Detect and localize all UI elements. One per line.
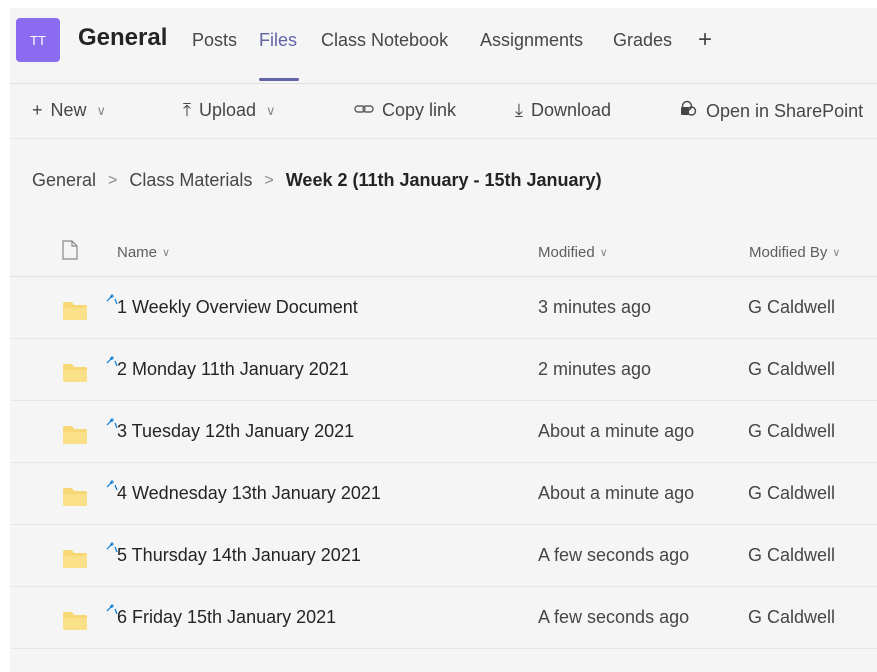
tab-posts[interactable]: Posts bbox=[192, 30, 237, 51]
breadcrumb-current: Week 2 (11th January - 15th January) bbox=[285, 170, 602, 190]
file-modified: About a minute ago bbox=[538, 421, 695, 441]
file-modified-by: G Caldwell bbox=[748, 297, 836, 317]
folder-icon bbox=[63, 612, 87, 630]
new-label: New bbox=[50, 100, 87, 120]
folder-icon bbox=[63, 426, 87, 444]
column-header-name-label: Name bbox=[117, 244, 158, 261]
file-modified: 3 minutes ago bbox=[538, 297, 652, 317]
open-in-sharepoint-button[interactable]: Open in SharePoint bbox=[680, 100, 863, 123]
breadcrumb-item-class-materials[interactable]: Class Materials bbox=[129, 170, 252, 191]
file-modified-by: G Caldwell bbox=[748, 545, 836, 565]
file-modified: About a minute ago bbox=[538, 483, 695, 503]
tab-grades[interactable]: Grades bbox=[613, 30, 672, 51]
table-row[interactable]: 2 Monday 11th January 2021 2 minutes ago… bbox=[10, 339, 877, 401]
folder-icon bbox=[63, 550, 87, 568]
table-row[interactable]: 5 Thursday 14th January 2021 A few secon… bbox=[10, 525, 877, 587]
upload-icon: ⤒ bbox=[183, 100, 191, 120]
file-name[interactable]: 5 Thursday 14th January 2021 bbox=[117, 545, 361, 566]
breadcrumb-item-general[interactable]: General bbox=[32, 170, 96, 191]
column-header-modified[interactable]: Modified ∨ bbox=[538, 244, 608, 261]
file-name[interactable]: 1 Weekly Overview Document bbox=[117, 297, 358, 318]
download-label: Download bbox=[530, 100, 612, 120]
file-modified: A few seconds ago bbox=[538, 607, 690, 627]
files-toolbar: + New ∨ ⤒ Upload ∨ Copy link ⤓ Download … bbox=[10, 85, 877, 139]
add-tab-icon[interactable]: + bbox=[698, 26, 712, 54]
column-header-modified-label: Modified bbox=[538, 244, 595, 261]
file-modified: A few seconds ago bbox=[538, 545, 690, 565]
chevron-right-icon: > bbox=[108, 171, 118, 189]
tab-assignments[interactable]: Assignments bbox=[480, 30, 583, 51]
plus-icon: + bbox=[32, 100, 43, 120]
column-header-name[interactable]: Name ∨ bbox=[117, 244, 170, 261]
file-name[interactable]: 2 Monday 11th January 2021 bbox=[117, 359, 349, 380]
chevron-down-icon: ∨ bbox=[832, 247, 841, 259]
column-header-modified-by[interactable]: Modified By ∨ bbox=[749, 244, 840, 261]
table-row[interactable]: 3 Tuesday 12th January 2021 About a minu… bbox=[10, 401, 877, 463]
chevron-down-icon: ∨ bbox=[162, 247, 171, 259]
tab-files[interactable]: Files bbox=[259, 30, 297, 51]
file-modified-by: G Caldwell bbox=[748, 483, 836, 503]
download-button[interactable]: ⤓ Download bbox=[515, 100, 611, 121]
file-name[interactable]: 6 Friday 15th January 2021 bbox=[117, 607, 336, 628]
chevron-down-icon: ∨ bbox=[96, 102, 107, 118]
upload-label: Upload bbox=[198, 100, 257, 120]
team-avatar[interactable]: TT bbox=[16, 18, 60, 62]
channel-header: TT General Posts Files Class Notebook As… bbox=[10, 8, 877, 84]
copy-link-label: Copy link bbox=[382, 100, 457, 120]
table-row[interactable]: 1 Weekly Overview Document 3 minutes ago… bbox=[10, 277, 877, 339]
upload-button[interactable]: ⤒ Upload ∨ bbox=[183, 100, 276, 121]
file-modified-by: G Caldwell bbox=[748, 421, 836, 441]
link-icon bbox=[354, 100, 374, 121]
table-row[interactable]: 6 Friday 15th January 2021 A few seconds… bbox=[10, 587, 877, 649]
new-button[interactable]: + New ∨ bbox=[32, 100, 106, 121]
file-modified-by: G Caldwell bbox=[748, 607, 836, 627]
sharepoint-label: Open in SharePoint bbox=[706, 101, 864, 121]
chevron-down-icon: ∨ bbox=[599, 247, 608, 259]
folder-icon bbox=[63, 488, 87, 506]
files-page: TT General Posts Files Class Notebook As… bbox=[10, 8, 877, 672]
file-name[interactable]: 3 Tuesday 12th January 2021 bbox=[117, 421, 354, 442]
active-tab-indicator bbox=[259, 78, 299, 81]
file-modified: 2 minutes ago bbox=[538, 359, 652, 379]
breadcrumb: General > Class Materials > Week 2 (11th… bbox=[32, 170, 602, 191]
folder-icon bbox=[63, 364, 87, 382]
file-type-icon bbox=[62, 240, 78, 260]
column-header-modified-by-label: Modified By bbox=[749, 244, 828, 261]
table-row[interactable]: 4 Wednesday 13th January 2021 About a mi… bbox=[10, 463, 877, 525]
channel-title: General bbox=[78, 24, 168, 51]
chevron-down-icon: ∨ bbox=[266, 102, 276, 118]
file-modified-by: G Caldwell bbox=[748, 359, 836, 379]
copy-link-button[interactable]: Copy link bbox=[354, 100, 456, 121]
file-name[interactable]: 4 Wednesday 13th January 2021 bbox=[117, 483, 381, 504]
chevron-right-icon: > bbox=[264, 171, 274, 189]
folder-icon bbox=[63, 302, 87, 320]
download-icon: ⤓ bbox=[515, 100, 523, 120]
sharepoint-icon bbox=[680, 100, 698, 123]
tab-class-notebook[interactable]: Class Notebook bbox=[321, 30, 448, 51]
